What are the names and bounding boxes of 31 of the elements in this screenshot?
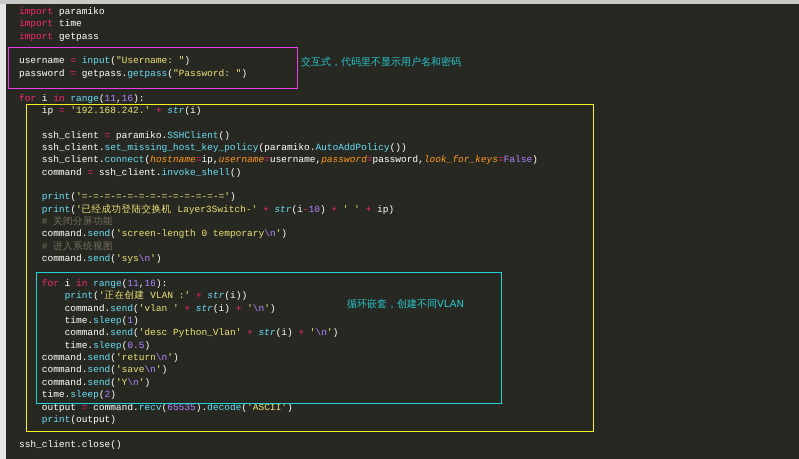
code-line: print('=-=-=-=-=-=-=-=-=-=-=-=-=') — [40, 191, 236, 204]
code-line: # 进入系统视图 — [40, 240, 114, 254]
code-line: command.send('save\n') — [40, 364, 168, 377]
code-line: command = ssh_client.invoke_shell() — [40, 166, 242, 180]
code-line: ip = '192.168.242.' + str(i) — [40, 104, 202, 118]
code-line: ssh_client.connect(hostname=ip,username=username,password=password,look_for_keys=False) — [40, 154, 538, 167]
code-line: import time — [19, 18, 82, 31]
code-line: # 关闭分屏功能 — [40, 216, 114, 228]
code-line: time.sleep(0.5) — [64, 340, 150, 352]
code-line: for i in range(11,16): — [19, 92, 144, 105]
code-line: command.send('desc Python_Vlan' + str(i) + '\n') — [64, 327, 338, 340]
code-line: ssh_client = paramiko.SSHClient() — [40, 130, 230, 142]
code-line: command.send('vlan ' + str(i) + '\n') — [64, 302, 276, 315]
code-line: for i in range(11,16): — [40, 278, 168, 290]
code-line: time.sleep(1) — [64, 314, 139, 328]
annotation-note: 交互式，代码里不显示用户名和密码 — [301, 56, 461, 69]
code-line: password = getpass.getpass("Password: ") — [19, 68, 248, 80]
code-line: import getpass — [19, 30, 99, 44]
code-line: username = input("Username: ") — [19, 55, 190, 68]
code-line: print('正在创建 VLAN :' + str(i)) — [64, 290, 248, 303]
annotation-note: 循环嵌套，创建不同VLAN — [347, 298, 464, 311]
code-line: command.send('Y\n') — [40, 376, 150, 390]
code-line: import paramiko — [19, 6, 105, 18]
code-line: command.send('return\n') — [40, 352, 179, 364]
code-line: command.send('sys\n') — [40, 253, 162, 266]
code-line: print('已经成功登陆交换机 Layer3Switch-' + str(i-10) + ' ' + ip) — [40, 204, 394, 216]
code-line: command.send('screen-length 0 temporary\n') — [40, 228, 287, 241]
code-line: ssh_client.close() — [19, 438, 122, 451]
code-line: print(output) — [40, 414, 116, 426]
code-line: time.sleep(2) — [40, 389, 116, 402]
code-line: ssh_client.set_missing_host_key_policy(paramiko.AutoAddPolicy()) — [40, 142, 407, 154]
